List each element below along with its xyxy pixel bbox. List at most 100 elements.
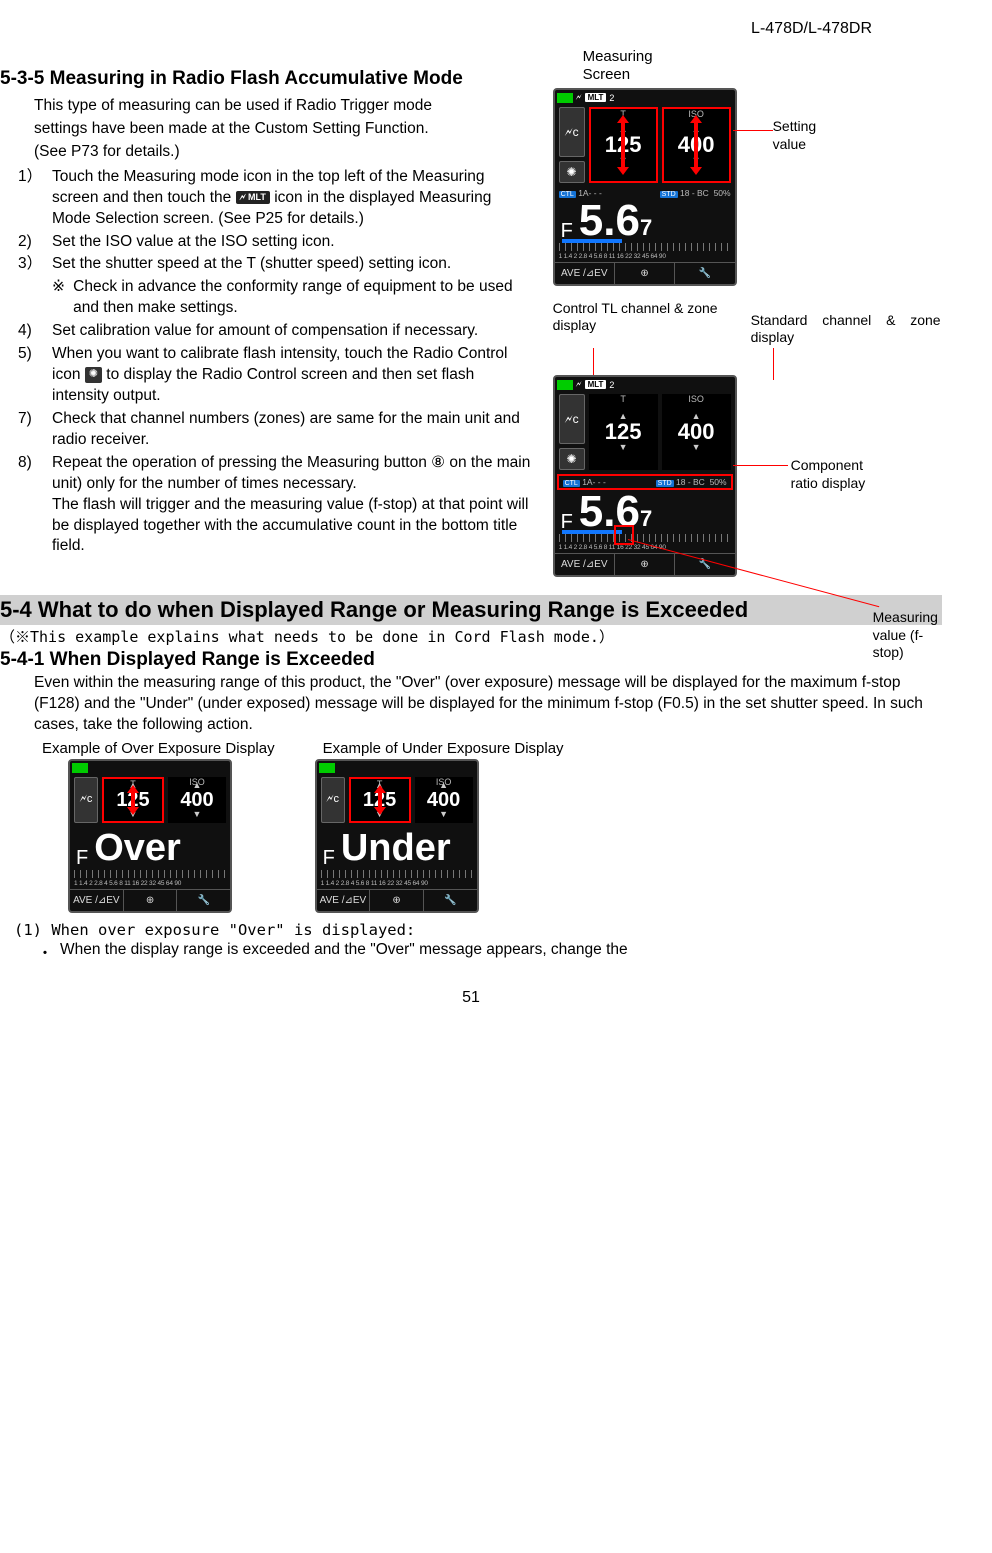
radio-control-button[interactable]: ✺ [559,161,585,183]
center-button[interactable]: ⊕ [370,890,424,911]
step-text: Repeat the operation of pressing the Mea… [52,453,533,558]
measuring-screen-mockup-1: 🗲 MLT 2 🗲c ✺ T ▲ 125 ▼ [553,88,737,286]
exposure-scale [321,870,473,878]
under-text: Under [341,827,451,870]
scale-numbers: 1 1.4 2 2.8 4 5.6 8 11 16 22 32 45 64 90 [317,878,477,889]
mlt-mode-icon: 🗲 MLT [236,191,270,205]
flash-indicator-icon: 🗲 [576,379,582,390]
ctl-badge: CTL [563,480,580,487]
step-text: When you want to calibrate flash intensi… [52,344,533,407]
example-under-title: Example of Under Exposure Display [323,740,564,757]
iso-control[interactable]: ISO ▲ 400 ▼ [662,394,731,470]
tools-button[interactable]: 🔧 [177,890,230,911]
shutter-speed-control[interactable]: T ▲ 125 ▼ [589,107,658,183]
under-exposure-screen: 🗲c T ▲ 125 ▼ ISO ▲ 400 [315,759,479,913]
step-text: Set the shutter speed at the T (shutter … [52,254,533,319]
bullet-symbol: ・ [30,941,60,963]
section-5-4-1-title: 5-4-1 When Displayed Range is Exceeded [0,649,942,671]
center-button[interactable]: ⊕ [124,890,178,911]
t-value: 125 [116,790,149,810]
mlt-count: 2 [609,380,614,390]
shutter-speed-control[interactable]: T ▲ 125 ▼ [589,394,658,470]
iso-control[interactable]: ISO ▲ 400 ▼ [168,777,226,823]
tools-button[interactable]: 🔧 [424,890,477,911]
step-text: Check that channel numbers (zones) are s… [52,409,533,451]
iso-value: 400 [180,790,213,810]
t-value: 125 [605,421,642,443]
mlt-count: 2 [609,93,614,103]
t-label: T [377,779,383,789]
percent-value: 50% [714,188,731,198]
iso-label: ISO [688,394,704,404]
tools-button[interactable]: 🔧 [675,263,734,284]
scale-numbers: 1 1.4 2 2.8 4 5.6 8 11 16 22 32 45 64 90 [555,251,735,262]
iso-value: 400 [678,134,715,156]
chevron-down-icon: ▼ [619,156,628,165]
ave-ev-button[interactable]: AVE /⊿EV [70,890,124,911]
measuring-screen-mockup-2: 🗲 MLT 2 🗲c ✺ T ▲ 125 ▼ [553,375,737,577]
callout-measuring-value: Measuring value (f-stop) [873,609,942,662]
center-button[interactable]: ⊕ [615,263,675,284]
iso-label: ISO [189,777,205,787]
intro-line-2: settings have been made at the Custom Se… [34,119,533,140]
callout-setting-value: Setting value [773,118,817,153]
t-label: T [130,779,136,789]
section-5-4-title: 5-4 What to do when Displayed Range or M… [0,595,942,625]
center-button[interactable]: ⊕ [615,554,675,575]
ctl-badge: CTL [559,191,576,198]
std-text: 18 - BC [676,477,705,487]
circled-8: ⑧ [431,454,445,471]
f-label: F [76,847,88,870]
step-number: 4) [18,321,52,342]
callout-std-channel: Standard channel & zone display [751,312,941,346]
iso-label: ISO [688,109,704,119]
callout-measuring-screen: Measuring Screen [583,48,942,84]
ave-ev-button[interactable]: AVE /⊿EV [555,554,615,575]
mlt-tag: MLT [585,93,607,102]
section-5-4-1-body: Even within the measuring range of this … [34,673,942,736]
ctl-text: 1A- - - [582,477,606,487]
scale-numbers: 1 1.4 2 2.8 4 5.6 8 11 16 22 32 45 64 90 [70,878,230,889]
mlt-tag: MLT [585,380,607,389]
measuring-mode-button[interactable]: 🗲c [559,394,585,444]
battery-icon [557,93,573,103]
page-number: 51 [0,989,942,1007]
t-label: T [620,394,626,404]
step-number: 5) [18,344,52,407]
shutter-speed-control[interactable]: T ▲ 125 ▼ [349,777,411,823]
over-text: Over [94,827,181,870]
measuring-mode-button[interactable]: 🗲c [74,777,98,823]
f-label: F [323,847,335,870]
ave-ev-button[interactable]: AVE /⊿EV [317,890,371,911]
step-text: Touch the Measuring mode icon in the top… [52,167,533,230]
chevron-down-icon: ▼ [619,443,628,452]
iso-label: ISO [436,777,452,787]
battery-icon [557,380,573,390]
battery-icon [319,763,335,773]
chevron-down-icon: ▼ [375,810,384,819]
model-name: L-478D/L-478DR [751,20,872,37]
document-header: L-478D/L-478DR [0,20,942,38]
intro-line-3: (See P73 for details.) [34,142,533,163]
measuring-mode-button[interactable]: 🗲c [559,107,585,157]
radio-control-button[interactable]: ✺ [559,448,585,470]
t-label: T [620,109,626,119]
chevron-down-icon: ▼ [439,810,448,819]
radio-control-icon: ✺ [85,367,102,382]
chevron-down-icon: ▼ [692,156,701,165]
when-over-heading: (1) When over exposure "Over" is display… [14,921,942,939]
t-value: 125 [605,134,642,156]
iso-control[interactable]: ISO ▲ 400 ▼ [662,107,731,183]
iso-control[interactable]: ISO ▲ 400 ▼ [415,777,473,823]
shutter-speed-control[interactable]: T ▲ 125 ▼ [102,777,164,823]
measuring-mode-button[interactable]: 🗲c [321,777,345,823]
ave-ev-button[interactable]: AVE /⊿EV [555,263,615,284]
step-number: 3） [18,254,52,319]
step-number: 1） [18,167,52,230]
std-badge: STD [656,480,674,487]
step-text: Set the ISO value at the ISO setting ico… [52,232,533,253]
section-5-4-note: （※This example explains what needs to be… [0,626,942,647]
percent-value: 50% [710,477,727,487]
note-symbol: ※ [52,277,73,319]
intro-line-1: This type of measuring can be used if Ra… [34,96,533,117]
